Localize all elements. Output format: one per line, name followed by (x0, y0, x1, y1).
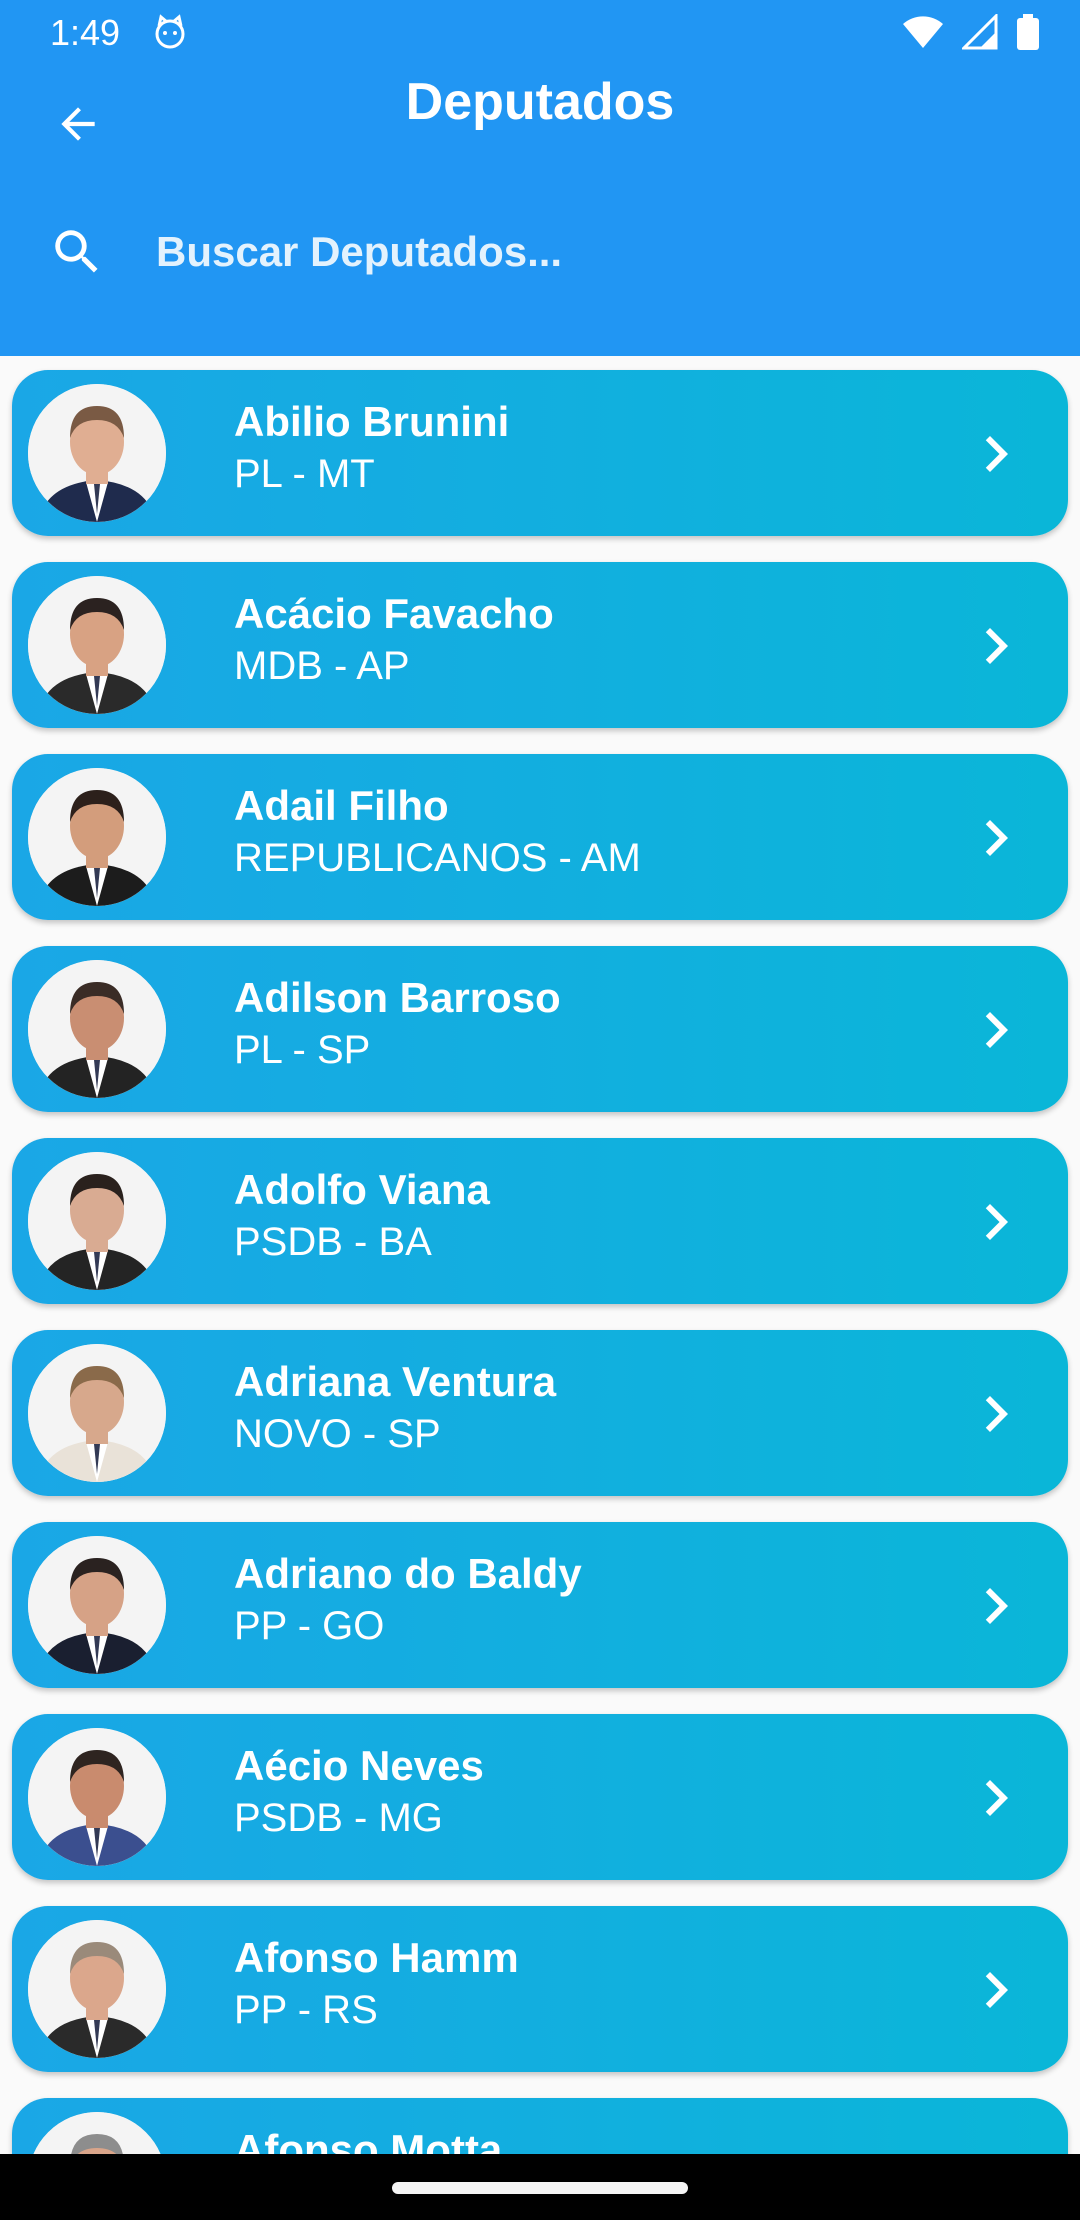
deputy-list-item[interactable]: Aécio Neves PSDB - MG (12, 1714, 1068, 1880)
deputy-party: PP - RS (234, 1988, 378, 2032)
deputy-list-item[interactable]: Afonso Hamm PP - RS (12, 1906, 1068, 2072)
chevron-right-icon[interactable] (960, 1762, 1032, 1834)
deputy-name: Acácio Favacho (234, 590, 554, 637)
deputy-name: Adriana Ventura (234, 1358, 557, 1405)
deputy-list-item[interactable]: Afonso Motta (12, 2098, 1068, 2154)
search-icon[interactable] (40, 215, 114, 289)
battery-icon (1016, 13, 1040, 55)
chevron-right-icon[interactable] (960, 802, 1032, 874)
status-time: 1:49 (50, 12, 121, 53)
chevron-right-icon[interactable] (960, 610, 1032, 682)
status-icons (902, 11, 1040, 55)
deputy-party: NOVO - SP (234, 1412, 441, 1456)
deputy-party: MDB - AP (234, 644, 410, 688)
chevron-right-icon[interactable] (960, 1378, 1032, 1450)
home-gesture-bar[interactable] (392, 2182, 688, 2194)
page-title: Deputados (405, 73, 675, 131)
deputy-name: Adolfo Viana (234, 1166, 490, 1213)
deputy-list-item[interactable]: Adriano do Baldy PP - GO (12, 1522, 1068, 1688)
avatar (28, 2112, 166, 2154)
deputy-name: Abilio Brunini (234, 398, 510, 445)
deputy-party: PSDB - BA (234, 1220, 432, 1264)
signal-icon (960, 11, 998, 55)
deputy-list-item[interactable]: Abilio Brunini PL - MT (12, 370, 1068, 536)
deputy-name: Afonso Motta (234, 2126, 503, 2154)
avatar (28, 384, 166, 522)
deputy-party: REPUBLICANOS - AM (234, 836, 641, 880)
navigation-bar (0, 2154, 1080, 2220)
deputy-list[interactable]: Abilio Brunini PL - MT Acácio Favacho MDB -… (0, 356, 1080, 2154)
wifi-icon (902, 14, 944, 55)
deputy-name: Adail Filho (234, 782, 449, 829)
chevron-right-icon[interactable] (960, 994, 1032, 1066)
avatar (28, 768, 166, 906)
deputy-name: Adriano do Baldy (234, 1550, 582, 1597)
deputy-party: PL - SP (234, 1028, 371, 1072)
chevron-right-icon[interactable] (960, 1570, 1032, 1642)
deputy-list-item[interactable]: Adolfo Viana PSDB - BA (12, 1138, 1068, 1304)
avatar (28, 1920, 166, 2058)
status-bar: 1:49 (0, 0, 1080, 66)
deputy-list-item[interactable]: Acácio Favacho MDB - AP (12, 562, 1068, 728)
chevron-right-icon[interactable] (960, 1954, 1032, 2026)
deputy-party: PP - GO (234, 1604, 385, 1648)
deputy-list-item[interactable]: Adail Filho REPUBLICANOS - AM (12, 754, 1068, 920)
avatar (28, 1728, 166, 1866)
search-bar (40, 210, 1040, 294)
deputy-name: Afonso Hamm (234, 1934, 519, 1981)
avatar (28, 1536, 166, 1674)
deputy-name: Aécio Neves (234, 1742, 484, 1789)
chevron-right-icon[interactable] (960, 1186, 1032, 1258)
cat-face-icon (152, 14, 188, 50)
chevron-right-icon[interactable] (960, 2146, 1032, 2154)
chevron-right-icon[interactable] (960, 418, 1032, 490)
deputy-list-item[interactable]: Adilson Barroso PL - SP (12, 946, 1068, 1112)
avatar (28, 1344, 166, 1482)
avatar (28, 576, 166, 714)
deputy-list-item[interactable]: Adriana Ventura NOVO - SP (12, 1330, 1068, 1496)
app-bar: 1:49 Deputados (0, 0, 1080, 356)
avatar (28, 960, 166, 1098)
deputy-name: Adilson Barroso (234, 974, 561, 1021)
avatar (28, 1152, 166, 1290)
search-input[interactable] (154, 227, 1040, 277)
deputy-party: PL - MT (234, 452, 375, 496)
deputy-party: PSDB - MG (234, 1796, 443, 1840)
